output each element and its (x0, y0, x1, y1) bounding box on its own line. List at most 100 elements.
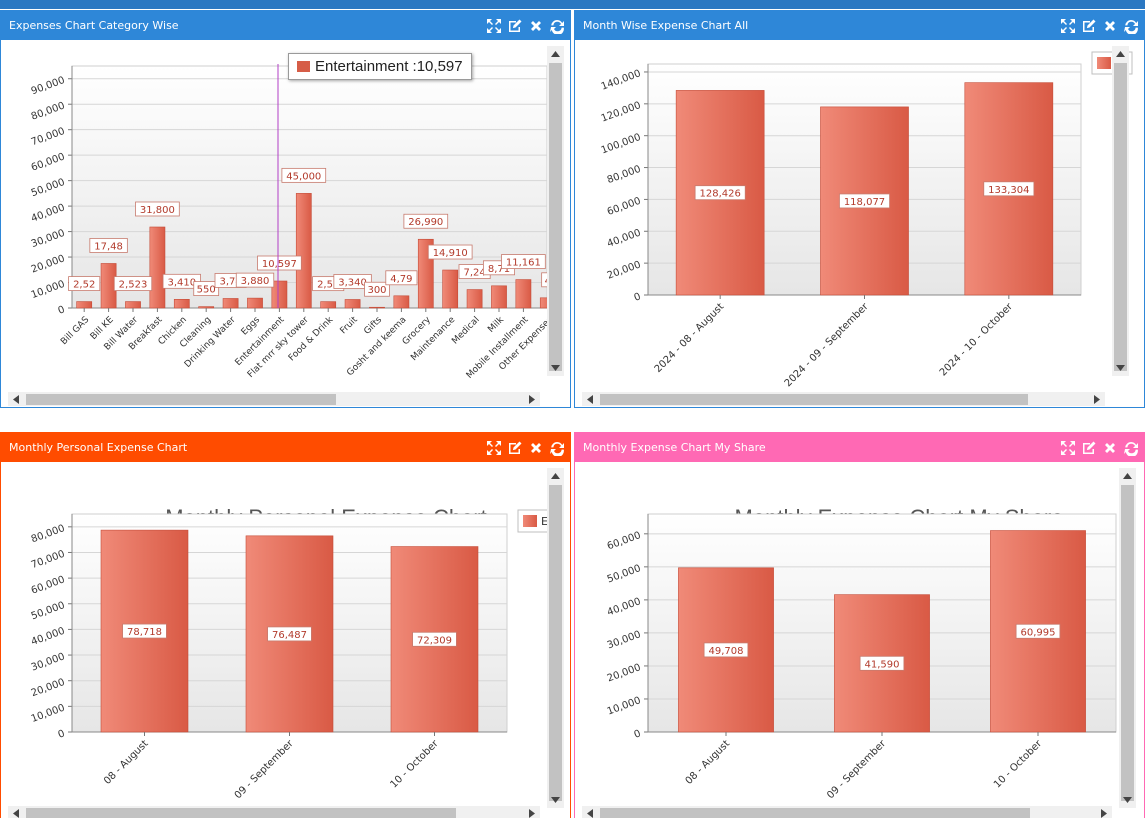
y-tick-label: 60,000 (30, 151, 67, 173)
edit-icon[interactable] (1080, 439, 1098, 457)
data-label: 14,910 (427, 244, 473, 260)
svg-text:31,800: 31,800 (140, 205, 175, 216)
chart-area: 0 20,000 40,000 60,000 80,000 100,000 120,000 1… (576, 40, 1143, 406)
x-category-label: Food & Drink (287, 314, 336, 363)
panel-tools (1059, 433, 1140, 462)
chart-svg: 0 10,000 20,000 30,000 40,000 50,000 60,000 70,… (30, 64, 556, 381)
refresh-icon[interactable] (1122, 439, 1140, 457)
x-category-label: 09 - September (825, 738, 889, 802)
top-bar (0, 0, 1145, 9)
scrollbar-thumb[interactable] (1121, 485, 1134, 801)
svg-text:7,24: 7,24 (463, 268, 485, 279)
svg-text:41,590: 41,590 (865, 659, 900, 670)
scroll-right-arrow-icon (529, 809, 535, 818)
horizontal-scrollbar[interactable] (582, 392, 1105, 406)
data-label: 2,523 (113, 276, 153, 291)
data-label: 17,48 (89, 238, 128, 253)
bar (76, 301, 93, 309)
y-tick-label: 70,000 (30, 126, 67, 148)
expand-icon[interactable] (1059, 439, 1077, 457)
edit-icon[interactable] (506, 17, 524, 35)
edit-icon[interactable] (1080, 17, 1098, 35)
close-icon[interactable] (1101, 439, 1119, 457)
panel-my-share: Monthly Expense Chart My Share Monthly E… (574, 432, 1145, 818)
scroll-left-arrow-icon (13, 395, 19, 404)
svg-text:3,340: 3,340 (338, 277, 367, 288)
y-tick-label: 100,000 (600, 132, 643, 156)
y-tick-label: 20,000 (30, 677, 67, 699)
scrollbar-thumb[interactable] (26, 808, 456, 818)
svg-text:300: 300 (367, 285, 386, 296)
bar (442, 269, 459, 309)
close-icon[interactable] (1101, 17, 1119, 35)
scroll-up-arrow-icon (1123, 473, 1132, 479)
bar (198, 306, 215, 309)
svg-text:118,077: 118,077 (844, 197, 885, 208)
data-label: 4,79 (385, 270, 418, 286)
scrollbar-thumb[interactable] (549, 63, 562, 371)
y-tick-label: 10,000 (606, 695, 643, 717)
data-label: 45,000 (281, 167, 327, 183)
y-tick-label: 50,000 (30, 177, 67, 199)
bar (344, 299, 361, 309)
vertical-scrollbar[interactable] (547, 46, 564, 376)
y-tick-label: 60,000 (606, 530, 643, 552)
close-icon[interactable] (527, 439, 545, 457)
y-tick-label: 30,000 (606, 629, 643, 651)
chart-svg: Monthly Personal Expense Chart010,00020,… (30, 505, 559, 801)
svg-text:76,487: 76,487 (272, 630, 307, 641)
vertical-scrollbar[interactable] (1119, 468, 1136, 808)
bar (369, 306, 385, 309)
tooltip-text: Entertainment :10,597 (315, 58, 463, 75)
horizontal-scrollbar[interactable] (8, 392, 540, 406)
close-icon[interactable] (527, 17, 545, 35)
chart-tooltip: Entertainment :10,597 (288, 53, 472, 80)
y-tick-label: 70,000 (30, 549, 67, 571)
panel-tools (485, 11, 566, 40)
y-tick-label: 40,000 (30, 626, 67, 648)
refresh-icon[interactable] (1122, 17, 1140, 35)
y-tick-label: 60,000 (606, 196, 643, 218)
vertical-scrollbar[interactable] (547, 468, 564, 808)
svg-text:133,304: 133,304 (988, 185, 1029, 196)
expand-icon[interactable] (485, 17, 503, 35)
y-tick-label: 60,000 (30, 574, 67, 596)
scrollbar-thumb[interactable] (549, 485, 562, 801)
panel-expenses-category: Expenses Chart Category Wise 0 10,000 20,0… (0, 10, 571, 408)
tooltip-swatch (297, 61, 310, 72)
y-tick-label: 20,000 (606, 662, 643, 684)
horizontal-scrollbar[interactable] (582, 806, 1112, 818)
expand-icon[interactable] (1059, 17, 1077, 35)
bar (466, 289, 483, 309)
refresh-icon[interactable] (548, 439, 566, 457)
bar (247, 297, 263, 309)
svg-text:72,309: 72,309 (417, 635, 452, 646)
panel-title: Expenses Chart Category Wise (9, 19, 179, 32)
scroll-down-arrow-icon (551, 797, 560, 803)
edit-icon[interactable] (506, 439, 524, 457)
x-category-label: 10 - October (992, 738, 1045, 791)
bar (295, 193, 312, 309)
x-category-label: Fruit (339, 315, 361, 337)
panel-title: Month Wise Expense Chart All (583, 19, 749, 32)
x-category-label: 2024 - 09 - September (783, 301, 872, 390)
expand-icon[interactable] (485, 439, 503, 457)
scroll-right-arrow-icon (529, 395, 535, 404)
svg-text:128,426: 128,426 (699, 189, 740, 200)
scrollbar-thumb[interactable] (600, 394, 1028, 405)
x-category-label: 08 - August (102, 738, 151, 787)
scrollbar-thumb[interactable] (1114, 63, 1127, 371)
data-label: 31,800 (135, 201, 180, 217)
vertical-scrollbar[interactable] (1112, 46, 1129, 376)
panel-tools (1059, 11, 1140, 40)
bar (515, 279, 532, 309)
scrollbar-thumb[interactable] (26, 394, 336, 405)
horizontal-scrollbar[interactable] (8, 806, 540, 818)
x-category-label: 08 - August (684, 738, 733, 787)
panel-title: Monthly Personal Expense Chart (9, 441, 188, 454)
y-tick-label: 0 (57, 304, 67, 317)
refresh-icon[interactable] (548, 17, 566, 35)
chart-area: Monthly Expense Chart My Share010,00020,… (576, 462, 1143, 818)
chart-area: 0 10,000 20,000 30,000 40,000 50,000 60,000 70,… (2, 40, 569, 406)
scrollbar-thumb[interactable] (600, 808, 1030, 818)
